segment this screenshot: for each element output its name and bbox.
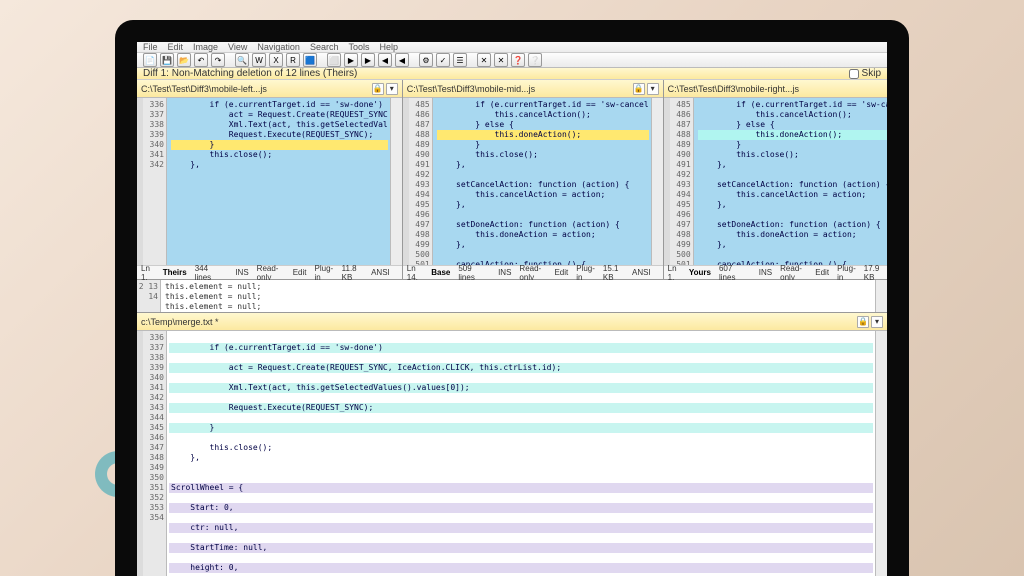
merge-output-pane: c:\Temp\merge.txt * 🔒 ▾ 336 337 338 339 …: [137, 313, 887, 576]
code-area[interactable]: 485 486 487 488 489 490 491 492 493 494 …: [403, 98, 663, 265]
toolbar-btn-21[interactable]: ❔: [528, 53, 542, 67]
toolbar-btn-6[interactable]: W: [252, 53, 266, 67]
pane-file-path: C:\Test\Test\Diff3\mobile-mid...js: [407, 84, 535, 94]
toolbar-btn-19[interactable]: ✕: [494, 53, 508, 67]
pane-status-bar: Ln 1,Yours607 linesINSRead-onlyEditPlug-…: [664, 265, 887, 279]
menu-help[interactable]: Help: [379, 42, 398, 52]
mid-gutter: 2 13 14: [137, 280, 161, 312]
pane-yours: C:\Test\Test\Diff3\mobile-right...js🔒▾48…: [664, 80, 887, 279]
mid-conflict-list[interactable]: 2 13 14 this.element = null; this.elemen…: [137, 280, 887, 313]
scrollbar[interactable]: [390, 98, 402, 265]
lock-icon[interactable]: 🔒: [633, 83, 645, 95]
menu-view[interactable]: View: [228, 42, 247, 52]
skip-checkbox[interactable]: Skip: [849, 68, 881, 79]
pane-file-path: C:\Test\Test\Diff3\mobile-right...js: [668, 84, 799, 94]
app-window: File Edit Image View Navigation Search Tools He…: [137, 42, 887, 576]
menu-navigation[interactable]: Navigation: [257, 42, 300, 52]
pane-title: C:\Test\Test\Diff3\mobile-mid...js 🔒▾: [403, 80, 663, 98]
laptop-frame: File Edit Image View Navigation Search Tools He…: [115, 20, 909, 576]
diff-banner-text: Diff 1: Non-Matching deletion of 12 line…: [143, 68, 357, 79]
code-area[interactable]: 485 486 487 488 489 490 491 492 493 494 …: [664, 98, 887, 265]
scrollbar[interactable]: [875, 331, 887, 576]
toolbar-btn-15[interactable]: ⚙: [419, 53, 433, 67]
toolbar-btn-1[interactable]: 💾: [160, 53, 174, 67]
merge-file-path: c:\Temp\merge.txt *: [141, 317, 219, 327]
toolbar[interactable]: 📄💾📂↶↷🔍WXR🟦⬜▶▶◀◀⚙✓☰✕✕❓❔: [137, 53, 887, 68]
code-text: if (e.currentTarget.id == 'sw-cancel thi…: [694, 98, 887, 265]
merge-code[interactable]: if (e.currentTarget.id == 'sw-done') act…: [167, 331, 875, 576]
toolbar-btn-13[interactable]: ◀: [378, 53, 392, 67]
merge-gutter: 336 337 338 339 340 341 342 343 344 345 …: [143, 331, 167, 576]
merge-title-bar: c:\Temp\merge.txt * 🔒 ▾: [137, 313, 887, 331]
pane-title: C:\Test\Test\Diff3\mobile-left...js 🔒▾: [137, 80, 402, 98]
menu-icon[interactable]: ▾: [871, 316, 883, 328]
toolbar-btn-16[interactable]: ✓: [436, 53, 450, 67]
pane-status-bar: Ln 1,Theirs344 linesINSRead-onlyEditPlug…: [137, 265, 402, 279]
toolbar-btn-3[interactable]: ↶: [194, 53, 208, 67]
line-gutter: 485 486 487 488 489 490 491 492 493 494 …: [409, 98, 433, 265]
scrollbar[interactable]: [875, 280, 887, 312]
pane-theirs: C:\Test\Test\Diff3\mobile-left...js 🔒▾ 336…: [137, 80, 403, 279]
pane-title: C:\Test\Test\Diff3\mobile-right...js🔒▾: [664, 80, 887, 98]
code-text: if (e.currentTarget.id == 'sw-cancel thi…: [433, 98, 651, 265]
pane-status-bar: Ln 14,Base509 linesINSRead-onlyEditPlug-…: [403, 265, 663, 279]
menu-icon[interactable]: ▾: [386, 83, 398, 95]
diff-banner: Diff 1: Non-Matching deletion of 12 line…: [137, 68, 887, 80]
toolbar-btn-8[interactable]: R: [286, 53, 300, 67]
three-way-panes: C:\Test\Test\Diff3\mobile-left...js🔒▾336…: [137, 80, 887, 280]
toolbar-btn-7[interactable]: X: [269, 53, 283, 67]
menu-search[interactable]: Search: [310, 42, 339, 52]
menu-tools[interactable]: Tools: [348, 42, 369, 52]
toolbar-btn-11[interactable]: ▶: [344, 53, 358, 67]
line-gutter: 336 337 338 339 340 341 342: [143, 98, 167, 265]
lock-icon[interactable]: 🔒: [372, 83, 384, 95]
toolbar-btn-10[interactable]: ⬜: [327, 53, 341, 67]
menu-bar[interactable]: File Edit Image View Navigation Search Tools He…: [137, 42, 887, 53]
mid-code: this.element = null; this.element = null…: [161, 280, 875, 312]
menu-file[interactable]: File: [143, 42, 158, 52]
toolbar-btn-14[interactable]: ◀: [395, 53, 409, 67]
toolbar-btn-2[interactable]: 📂: [177, 53, 191, 67]
menu-icon[interactable]: ▾: [647, 83, 659, 95]
toolbar-btn-18[interactable]: ✕: [477, 53, 491, 67]
toolbar-btn-17[interactable]: ☰: [453, 53, 467, 67]
pane-base: C:\Test\Test\Diff3\mobile-mid...js 🔒▾ 485 …: [403, 80, 664, 279]
toolbar-btn-0[interactable]: 📄: [143, 53, 157, 67]
toolbar-btn-4[interactable]: ↷: [211, 53, 225, 67]
toolbar-btn-5[interactable]: 🔍: [235, 53, 249, 67]
scrollbar[interactable]: [651, 98, 663, 265]
pane-file-path: C:\Test\Test\Diff3\mobile-left...js: [141, 84, 267, 94]
toolbar-btn-9[interactable]: 🟦: [303, 53, 317, 67]
code-area[interactable]: 336 337 338 339 340 341 342 if (e.curren…: [137, 98, 402, 265]
line-gutter: 485 486 487 488 489 490 491 492 493 494 …: [670, 98, 694, 265]
toolbar-btn-20[interactable]: ❓: [511, 53, 525, 67]
menu-image[interactable]: Image: [193, 42, 218, 52]
code-text: if (e.currentTarget.id == 'sw-done') act…: [167, 98, 390, 265]
toolbar-btn-12[interactable]: ▶: [361, 53, 375, 67]
lock-icon[interactable]: 🔒: [857, 316, 869, 328]
menu-edit[interactable]: Edit: [168, 42, 184, 52]
